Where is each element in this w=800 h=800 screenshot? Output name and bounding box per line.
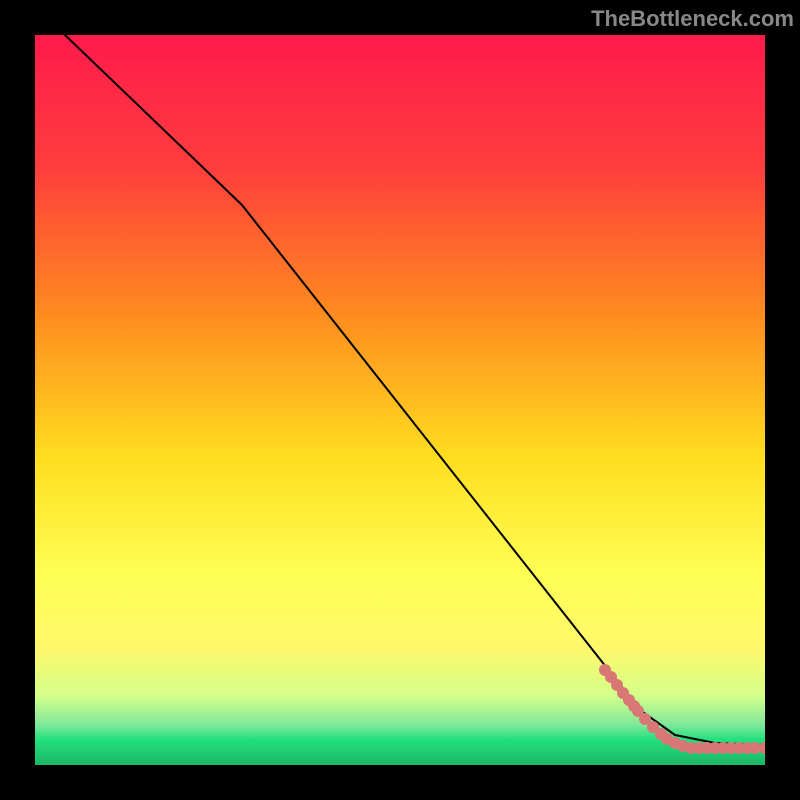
plot-area — [35, 35, 765, 765]
chart-frame: TheBottleneck.com — [0, 0, 800, 800]
plot-background-gradient — [35, 35, 765, 765]
watermark-label: TheBottleneck.com — [591, 6, 794, 32]
